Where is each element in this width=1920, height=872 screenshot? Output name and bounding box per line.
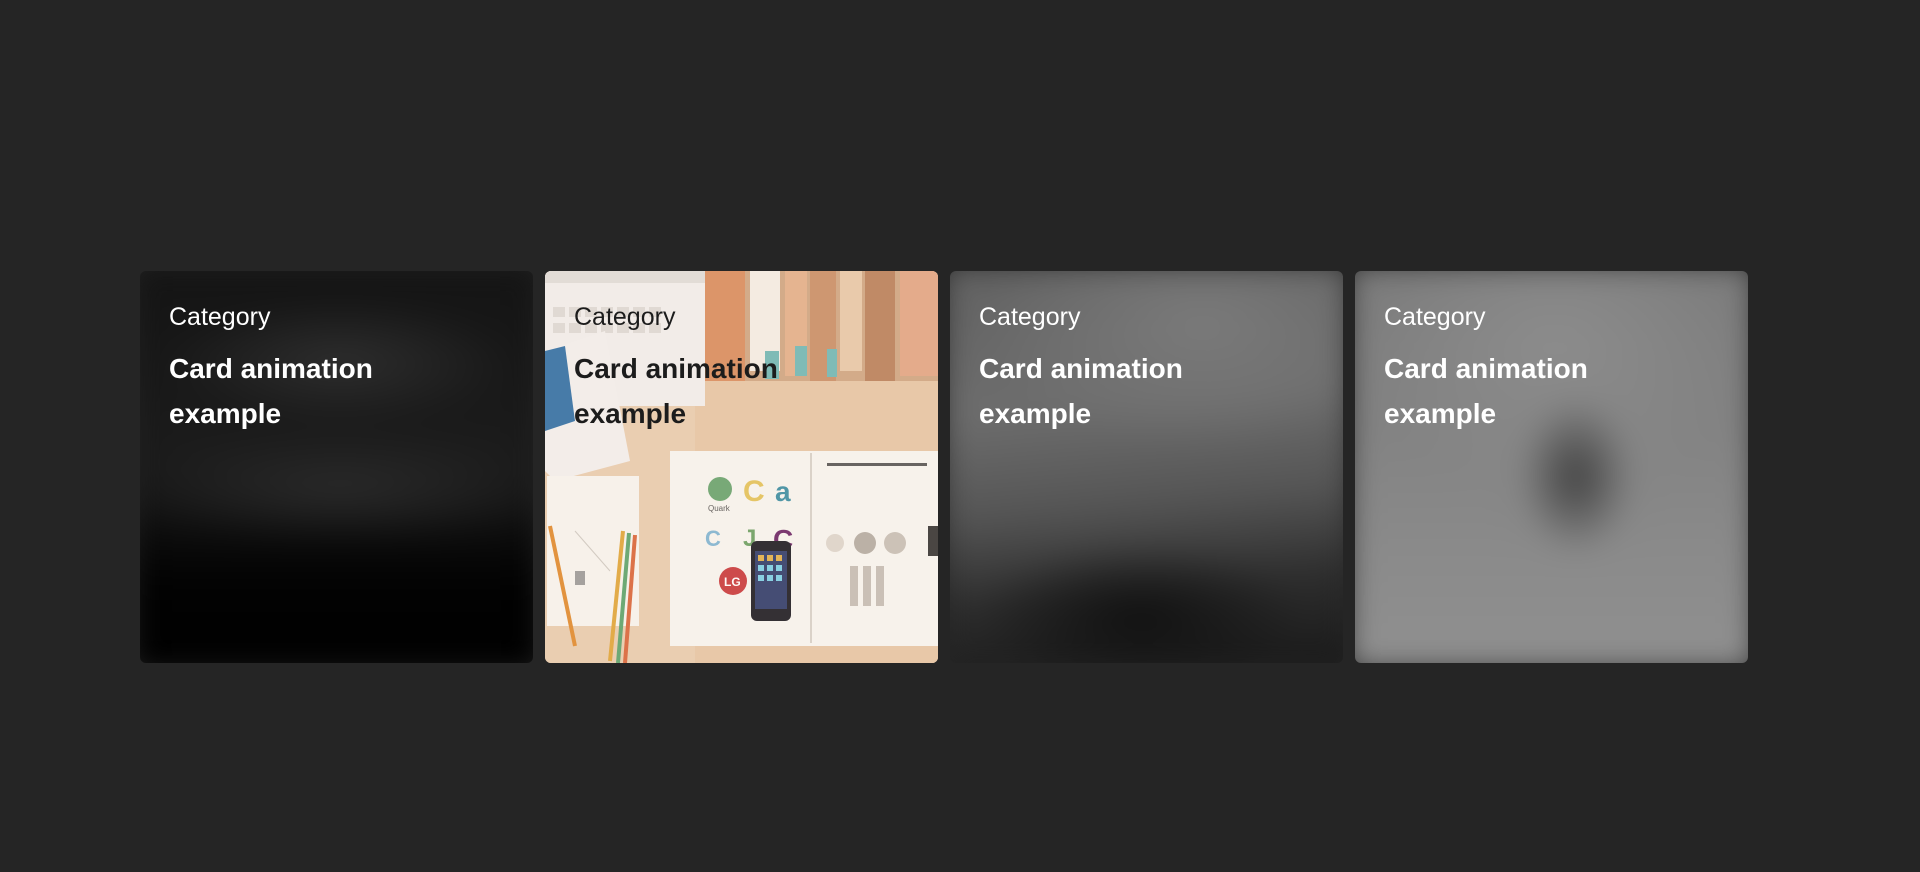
card-title: Card animation example [979,353,1183,429]
card-gallery: Category Card animation example Quark C … [0,0,1920,872]
card-1-text: Category Card animation example [169,301,513,436]
card-category: Category [574,303,676,331]
card-category: Category [979,303,1081,331]
card-2-text: Category Card animation example [574,301,918,436]
card-title: Card animation example [1384,353,1588,429]
card-title: Card animation example [169,353,373,429]
card-1[interactable]: Category Card animation example [140,271,533,663]
card-category: Category [169,303,271,331]
card-4[interactable]: Category Card animation example [1355,271,1748,663]
card-category: Category [1384,303,1486,331]
card-title: Card animation example [574,353,778,429]
card-3[interactable]: Category Card animation example [950,271,1343,663]
card-3-text: Category Card animation example [979,301,1323,436]
card-4-text: Category Card animation example [1384,301,1728,436]
card-2[interactable]: Quark C a C J C LG Category Card animati… [545,271,938,663]
